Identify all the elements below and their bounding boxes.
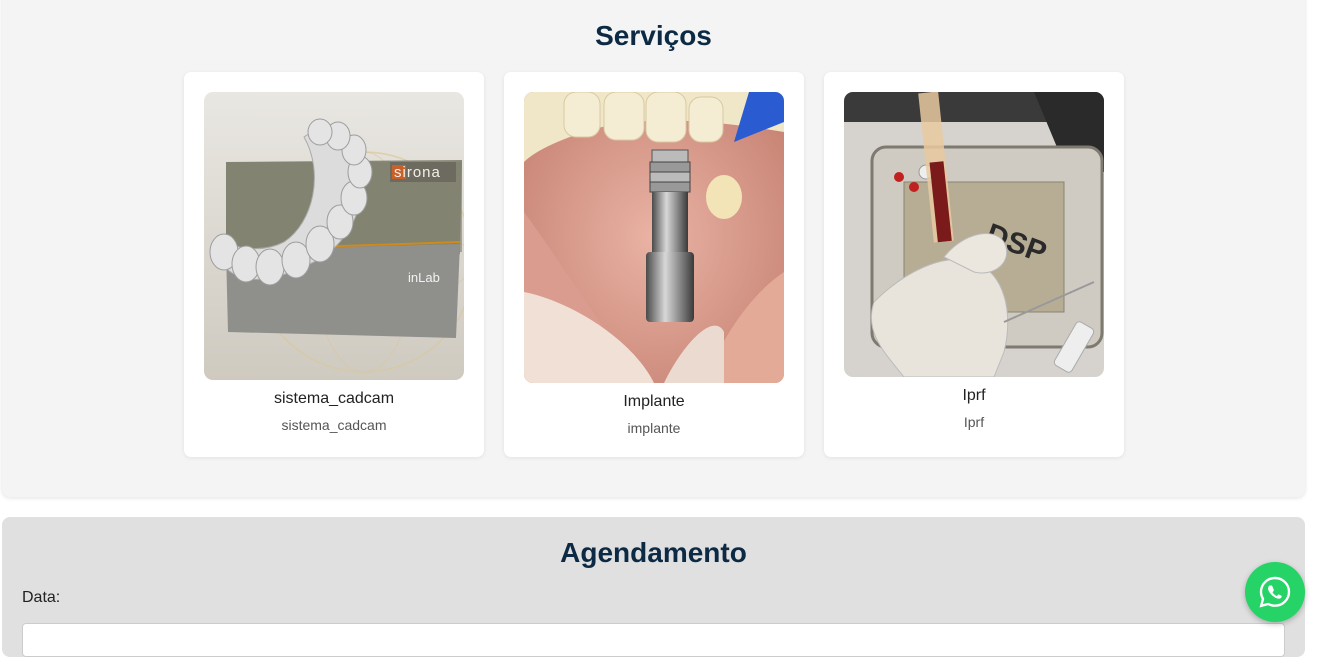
cadcam-image: sirona inLab xyxy=(204,92,464,380)
service-card-iprf[interactable]: DSP Iprf Iprf xyxy=(824,72,1124,457)
date-input[interactable] xyxy=(22,623,1285,657)
booking-title: Agendamento xyxy=(560,537,747,568)
services-cards: sirona inLab sistema_cadcam sistema_cadc… xyxy=(184,72,1124,457)
inlab-logo-text: inLab xyxy=(408,270,440,285)
service-card-subtitle: implante xyxy=(627,420,681,436)
whatsapp-button[interactable] xyxy=(1245,562,1305,622)
services-title: Serviços xyxy=(595,20,712,51)
sirona-logo-text: sirona xyxy=(394,164,441,181)
service-card-title: Iprf xyxy=(962,387,986,404)
service-card-title: Implante xyxy=(623,393,685,410)
service-card-subtitle: Iprf xyxy=(963,414,985,430)
iprf-image: DSP xyxy=(844,92,1104,377)
services-section: Serviços sirona inLab sistema_cadcam sis… xyxy=(2,0,1305,497)
service-card-implante[interactable]: Implante implante xyxy=(504,72,804,457)
date-label: Data: xyxy=(22,589,61,606)
service-card-subtitle: sistema_cadcam xyxy=(281,417,387,433)
whatsapp-icon xyxy=(1259,576,1291,608)
booking-section: Agendamento Data: xyxy=(2,517,1305,657)
service-card-title: sistema_cadcam xyxy=(273,390,395,407)
implante-image xyxy=(524,92,784,383)
service-card-cadcam[interactable]: sirona inLab sistema_cadcam sistema_cadc… xyxy=(184,72,484,457)
